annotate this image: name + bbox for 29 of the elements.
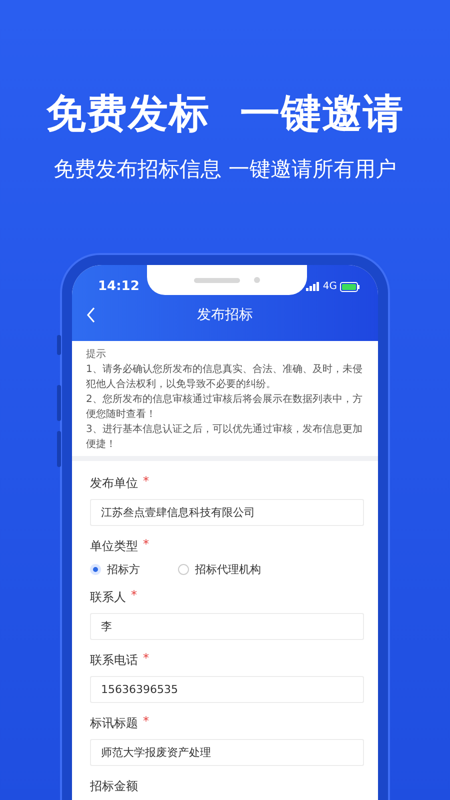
input-field[interactable]: 李 bbox=[90, 613, 364, 640]
field-label: 单位类型 bbox=[90, 538, 138, 555]
field-label: 发布单位 bbox=[90, 475, 138, 492]
radio-option[interactable]: 招标方 bbox=[90, 562, 140, 577]
required-asterisk: * bbox=[143, 538, 149, 550]
battery-icon bbox=[340, 282, 360, 292]
network-label: 4G bbox=[322, 281, 337, 292]
notice-text: 2、您所发布的信息审核通过审核后将会展示在数据列表中，方便您随时查看！ bbox=[86, 392, 364, 422]
chevron-left-icon bbox=[86, 307, 96, 323]
input-field[interactable]: 师范大学报废资产处理 bbox=[90, 739, 364, 766]
required-asterisk: * bbox=[131, 589, 137, 601]
notice-text: 1、请务必确认您所发布的信息真实、合法、准确、及时，未侵犯他人合法权利，以免导致不必要的纠纷。 bbox=[86, 362, 364, 392]
required-asterisk: * bbox=[143, 652, 149, 664]
field-label: 招标金额 bbox=[90, 778, 138, 795]
notice-text: 3、进行基本信息认证之后，可以优先通过审核，发布信息更加便捷！ bbox=[86, 422, 364, 452]
radio-option[interactable]: 招标代理机构 bbox=[178, 562, 261, 577]
notice-title: 提示 bbox=[86, 348, 107, 361]
signal-icon bbox=[306, 282, 320, 291]
subheadline: 免费发布招标信息 一键邀请所有用户 bbox=[54, 156, 396, 183]
input-field[interactable]: 江苏叁点壹肆信息科技有限公司 bbox=[90, 499, 364, 526]
page-title: 发布招标 bbox=[196, 306, 254, 324]
input-field[interactable]: 15636396535 bbox=[90, 676, 364, 703]
required-asterisk: * bbox=[143, 715, 149, 727]
field-label: 联系电话 bbox=[90, 652, 138, 669]
field-label: 标讯标题 bbox=[90, 715, 138, 732]
headline: 免费发标 一键邀请 bbox=[46, 90, 404, 139]
status-time: 14:12 bbox=[98, 279, 140, 294]
required-asterisk: * bbox=[143, 475, 149, 487]
field-label: 联系人 bbox=[90, 589, 126, 606]
